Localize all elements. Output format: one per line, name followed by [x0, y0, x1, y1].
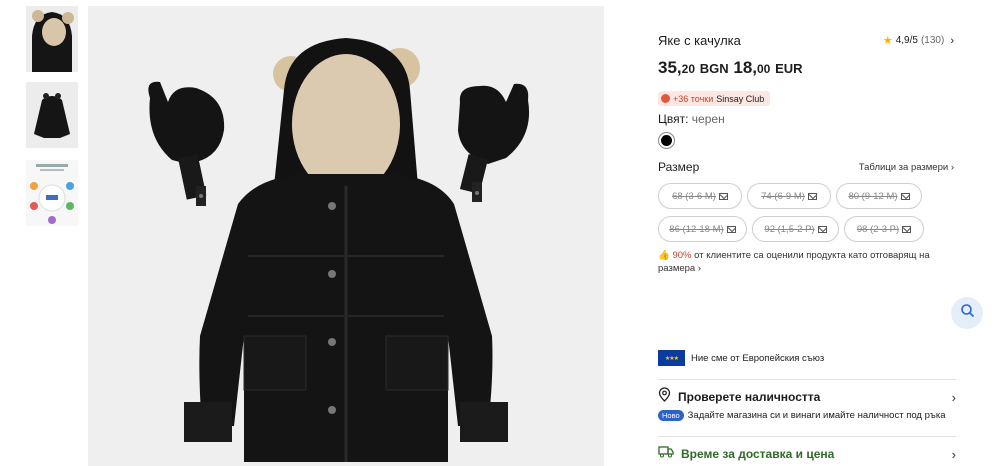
availability-promo: Ново Задайте магазина си и винаги имайте… — [658, 410, 956, 421]
delivery-info[interactable]: Време за доставка и цена › — [658, 445, 956, 463]
price-bgn-main: 35, — [658, 58, 682, 77]
color-swatch-black[interactable] — [658, 132, 675, 149]
swatch-fill — [661, 135, 672, 146]
price-eur-currency: EUR — [775, 61, 803, 76]
color-label: Цвят: — [658, 112, 689, 126]
size-option-label: 74 (6-9 M) — [761, 190, 805, 202]
size-option[interactable]: 92 (1,5-2 Р) — [752, 216, 839, 242]
club-name: Sinsay Club — [716, 93, 765, 104]
rating-count: (130) — [920, 35, 945, 46]
size-option[interactable]: 86 (12-18 M) — [658, 216, 747, 242]
size-option[interactable]: 74 (6-9 M) — [747, 183, 831, 209]
chevron-right-icon: › — [951, 446, 956, 462]
fit-note: 👍 90% от клиентите са оценили продукта к… — [658, 249, 948, 275]
envelope-icon — [900, 192, 910, 200]
price-eur-cents: 00 — [757, 62, 771, 76]
thumbnail-hood-closeup[interactable] — [26, 6, 78, 72]
color-label-row: Цвят: черен — [658, 112, 725, 126]
size-option-label: 86 (12-18 M) — [669, 223, 724, 235]
price-eur-main: 18, — [733, 58, 757, 77]
new-badge: Ново — [658, 410, 684, 421]
size-option-label: 68 (3-6 M) — [672, 190, 716, 202]
envelope-icon — [807, 192, 817, 200]
envelope-icon — [726, 225, 736, 233]
star-icon: ★ — [882, 35, 893, 47]
eu-text: Ние сме от Европейския съюз — [691, 352, 825, 364]
rating-summary[interactable]: ★ 4,9/5 (130) › — [882, 34, 954, 48]
delivery-title: Време за доставка и цена — [681, 447, 835, 461]
envelope-icon — [817, 225, 827, 233]
size-option[interactable]: 68 (3-6 M) — [658, 183, 742, 209]
availability-title: Проверете наличността — [678, 390, 821, 404]
size-option-label: 92 (1,5-2 Р) — [764, 223, 815, 235]
thumbnail-jacket-back[interactable] — [26, 82, 78, 148]
size-option[interactable]: 98 (2-3 Р) — [844, 216, 924, 242]
chevron-right-icon: › — [950, 34, 954, 47]
club-points-badge: +36 точки Sinsay Club — [658, 91, 771, 106]
price-bgn-currency: BGN — [699, 61, 729, 76]
divider — [658, 436, 956, 437]
chevron-right-icon: › — [950, 161, 954, 173]
price: 35,20 BGN 18,00 EUR — [658, 58, 803, 78]
chevron-right-icon: › — [951, 389, 956, 405]
fit-percent: 90% — [672, 250, 692, 261]
size-tables-link[interactable]: Таблици за размери › — [859, 162, 954, 173]
main-product-image[interactable] — [88, 6, 604, 466]
divider — [658, 379, 956, 380]
envelope-icon — [718, 192, 728, 200]
product-info-panel: Яке с качулка ★ 4,9/5 (130) › 35,20 BGN … — [658, 0, 958, 466]
thumbs-up-icon: 👍 — [658, 250, 670, 261]
size-label: Размер — [658, 160, 700, 174]
eu-flag-icon: ★★★ — [658, 350, 685, 366]
search-icon — [960, 303, 975, 323]
size-option[interactable]: 80 (9-12 M) — [836, 183, 922, 209]
size-option-label: 80 (9-12 M) — [848, 190, 898, 202]
eu-info: ★★★ Ние сме от Европейския съюз — [658, 350, 824, 366]
points-amount: +36 точки — [673, 93, 714, 104]
chevron-right-icon[interactable]: › — [698, 263, 701, 274]
location-pin-icon — [658, 387, 671, 407]
size-header: Размер Таблици за размери › — [658, 160, 954, 174]
availability-check[interactable]: Проверете наличността › — [658, 387, 956, 407]
price-bgn-cents: 20 — [681, 62, 695, 76]
rating-score: 4,9/5 — [895, 35, 918, 46]
truck-icon — [658, 445, 674, 463]
envelope-icon — [902, 225, 912, 233]
size-tables-link-text: Таблици за размери — [858, 161, 949, 173]
size-option-label: 98 (2-3 Р) — [856, 223, 900, 235]
availability-text: Задайте магазина си и винаги имайте нали… — [687, 410, 946, 421]
product-title: Яке с качулка — [658, 33, 741, 48]
thumbnail-size-infographic[interactable] — [26, 160, 78, 226]
points-icon — [661, 94, 670, 103]
visual-search-button[interactable] — [951, 297, 983, 329]
color-value: черен — [691, 112, 725, 126]
